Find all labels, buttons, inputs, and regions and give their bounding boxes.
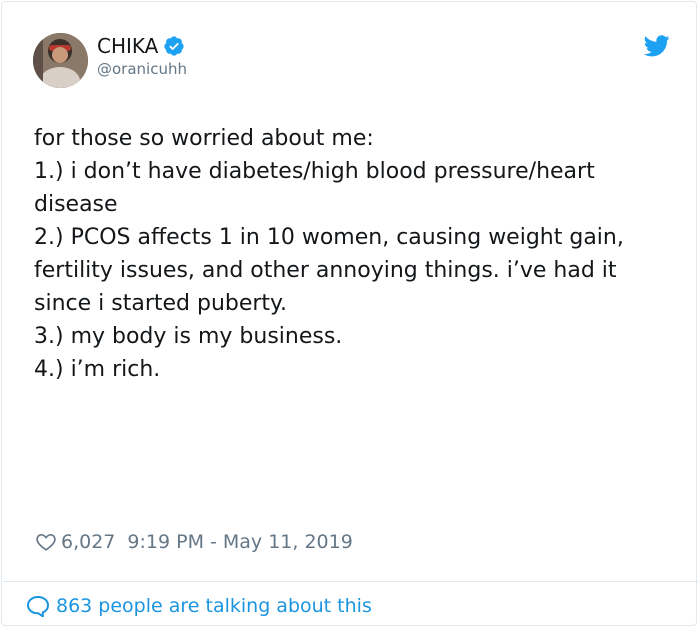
divider [3, 581, 699, 582]
tweet-line: 2.) PCOS affects 1 in 10 women, causing … [34, 225, 631, 316]
tweet-timestamp[interactable]: 9:19 PM - May 11, 2019 [127, 530, 352, 554]
tweet-line: 3.) my body is my business. [34, 324, 343, 349]
verified-badge-icon [163, 35, 185, 57]
like-count[interactable]: 6,027 [61, 530, 115, 554]
author-name[interactable]: CHIKA [97, 34, 158, 58]
tweet-line: for those so worried about me: [34, 126, 374, 151]
author-handle[interactable]: @oranicuhh [97, 60, 187, 78]
conversation-link[interactable]: 863 people are talking about this [26, 594, 372, 619]
tweet-line: 1.) i don’t have diabetes/high blood pre… [34, 159, 602, 217]
talking-about-text[interactable]: 863 people are talking about this [56, 594, 372, 618]
avatar[interactable] [33, 33, 88, 88]
avatar-image [33, 33, 88, 88]
twitter-bird-icon[interactable] [643, 35, 670, 57]
tweet-line: 4.) i’m rich. [34, 357, 161, 382]
tweet-text: for those so worried about me: 1.) i don… [34, 122, 674, 386]
author-name-row[interactable]: CHIKA [97, 34, 185, 58]
tweet-meta: 6,027 9:19 PM - May 11, 2019 [35, 530, 353, 554]
tweet-card: CHIKA @oranicuhh for those so worried ab… [1, 1, 699, 626]
heart-icon[interactable] [35, 531, 57, 553]
speech-bubble-icon [26, 595, 50, 619]
